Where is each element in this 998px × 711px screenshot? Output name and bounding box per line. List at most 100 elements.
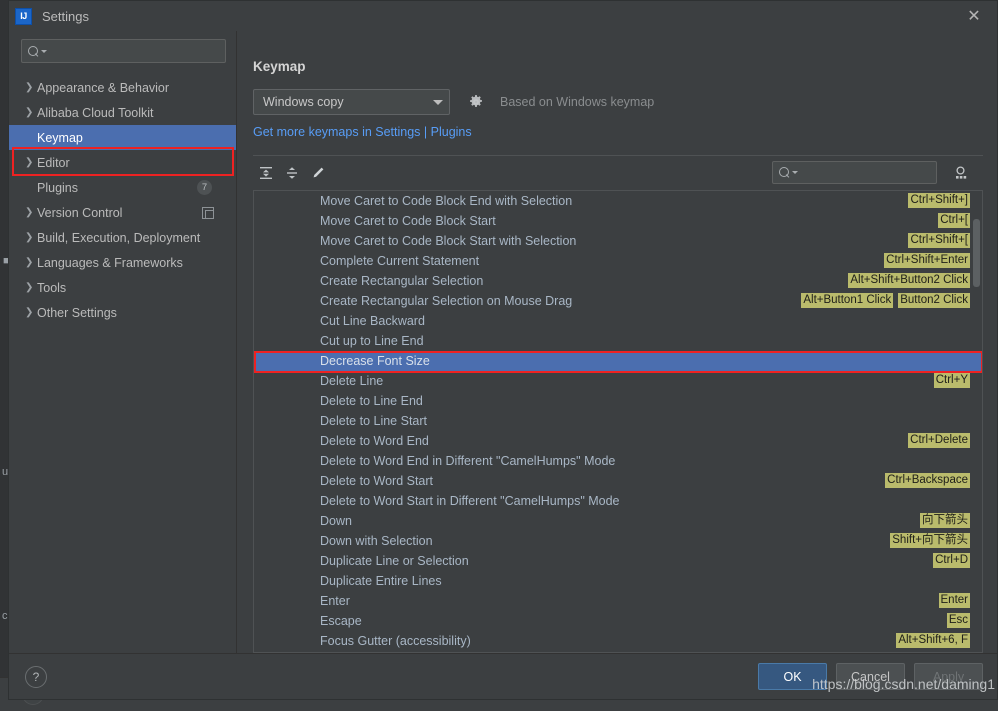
get-more-keymaps-link[interactable]: Get more keymaps in Settings | Plugins [253, 125, 472, 139]
help-button[interactable]: ? [25, 665, 47, 688]
action-row[interactable]: Delete to Word Start Ctrl+Backspace [254, 471, 982, 491]
action-name: Create Rectangular Selection [320, 274, 484, 288]
action-shortcuts: Esc [946, 613, 970, 628]
list-scrollbar-thumb[interactable] [973, 219, 980, 287]
gear-icon[interactable] [468, 94, 484, 110]
action-row[interactable]: Create Rectangular Selection on Mouse Dr… [254, 291, 982, 311]
chevron-right-icon: ❯ [25, 207, 34, 218]
chevron-right-icon: ❯ [25, 107, 34, 118]
chevron-right-icon: ❯ [25, 257, 34, 268]
action-name: Create Rectangular Selection on Mouse Dr… [320, 294, 573, 308]
shortcut-badge: Shift+向下箭头 [890, 533, 970, 548]
plugins-update-badge: 7 [197, 180, 212, 195]
find-by-shortcut-icon[interactable] [949, 161, 973, 184]
sidebar-item-label: Appearance & Behavior [37, 80, 170, 95]
action-name: Duplicate Entire Lines [320, 574, 442, 588]
keymap-scheme-row: Windows copy Based on Windows keymap [253, 89, 983, 115]
sidebar-item-tools[interactable]: ❯ Tools [9, 275, 236, 300]
ok-button[interactable]: OK [758, 663, 827, 690]
sidebar-item-languages-frameworks[interactable]: ❯ Languages & Frameworks [9, 250, 236, 275]
action-row[interactable]: Move Caret to Code Block End with Select… [254, 191, 982, 211]
action-shortcuts: Ctrl+Shift+[ [908, 233, 970, 248]
action-row[interactable]: Duplicate Entire Lines [254, 571, 982, 591]
cancel-button[interactable]: Cancel [836, 663, 905, 690]
action-row[interactable]: Delete Line Ctrl+Y [254, 371, 982, 391]
shortcut-badge: Enter [938, 593, 970, 608]
settings-sidebar: ❯ Appearance & Behavior ❯ Alibaba Cloud Too… [9, 31, 237, 653]
dialog-titlebar: IJ Settings ✕ [9, 1, 997, 31]
expand-all-icon[interactable] [253, 161, 279, 185]
action-shortcuts: Alt+Shift+Button2 Click [848, 273, 970, 288]
action-row[interactable]: Delete to Line End [254, 391, 982, 411]
action-row-selected[interactable]: Decrease Font Size [254, 351, 982, 373]
background-glyph: c [2, 610, 8, 622]
action-row[interactable]: Create Rectangular Selection Alt+Shift+Bu… [254, 271, 982, 291]
shortcut-badge: Ctrl+Shift+] [908, 193, 970, 208]
action-row[interactable]: Enter Enter [254, 591, 982, 611]
action-name: Delete Line [320, 374, 384, 388]
sidebar-item-appearance-behavior[interactable]: ❯ Appearance & Behavior [9, 75, 236, 100]
sidebar-item-build-execution-deployment[interactable]: ❯ Build, Execution, Deployment [9, 225, 236, 250]
shortcut-badge: Ctrl+Backspace [885, 473, 970, 488]
action-name: Move Caret to Code Block Start with Sele… [320, 234, 577, 248]
shortcut-badge: Ctrl+[ [938, 213, 970, 228]
sidebar-item-label: Tools [37, 280, 67, 295]
sidebar-item-keymap[interactable]: ❯Keymap [9, 125, 236, 150]
action-row[interactable]: Complete Current Statement Ctrl+Shift+Ent… [254, 251, 982, 271]
search-icon [779, 167, 790, 178]
action-shortcuts: Ctrl+Backspace [885, 473, 970, 488]
settings-tree: ❯ Appearance & Behavior ❯ Alibaba Cloud Too… [9, 73, 236, 653]
action-shortcuts: Ctrl+D [933, 553, 970, 568]
search-dropdown-caret-icon [41, 49, 47, 53]
action-name: Delete to Word Start in Different "Camel… [320, 494, 620, 508]
sidebar-item-label: Editor [37, 155, 70, 170]
sidebar-item-label: Keymap [37, 130, 83, 145]
sidebar-item-other-settings[interactable]: ❯ Other Settings [9, 300, 236, 325]
sidebar-item-editor[interactable]: ❯ Editor [9, 150, 236, 175]
action-name: Focus Gutter (accessibility) [320, 634, 471, 648]
action-row[interactable]: Duplicate Line or Selection Ctrl+D [254, 551, 982, 571]
chevron-right-icon: ❯ [25, 82, 34, 93]
action-row[interactable]: Delete to Word Start in Different "Camel… [254, 491, 982, 511]
shortcut-badge: Alt+Button1 Click [801, 293, 894, 308]
action-row[interactable]: Down 向下箭头 [254, 511, 982, 531]
action-row[interactable]: Escape Esc [254, 611, 982, 631]
keymap-scheme-value: Windows copy [263, 95, 344, 109]
action-row[interactable]: Move Caret to Code Block Start with Sele… [254, 231, 982, 251]
collapse-all-icon[interactable] [279, 161, 305, 185]
action-row[interactable]: Cut up to Line End [254, 331, 982, 351]
action-name: Delete to Line End [320, 394, 423, 408]
action-name: Down with Selection [320, 534, 433, 548]
close-icon[interactable]: ✕ [951, 1, 997, 31]
keymap-scheme-select[interactable]: Windows copy [253, 89, 450, 115]
apply-button[interactable]: Apply [914, 663, 983, 690]
action-row[interactable]: Move Caret to Code Block Start Ctrl+[ [254, 211, 982, 231]
sidebar-item-label: Alibaba Cloud Toolkit [37, 105, 154, 120]
action-shortcuts: Ctrl+Y [933, 373, 970, 388]
shortcut-badge: Alt+Shift+6, F [896, 633, 970, 648]
action-row[interactable]: Cut Line Backward [254, 311, 982, 331]
keymap-search-input[interactable] [772, 161, 937, 184]
shortcut-badge: Ctrl+Shift+Enter [884, 253, 970, 268]
intellij-logo-icon: IJ [15, 7, 32, 25]
action-shortcuts: Ctrl+Shift+Enter [884, 253, 970, 268]
action-name: Delete to Word End [320, 434, 429, 448]
sidebar-item-label: Plugins [37, 180, 78, 195]
action-row[interactable]: Down with Selection Shift+向下箭头 [254, 531, 982, 551]
action-row[interactable]: Delete to Word End Ctrl+Delete [254, 431, 982, 451]
keymap-action-list[interactable]: Move Caret to Code Block End with Select… [253, 190, 983, 653]
shortcut-badge: Ctrl+Y [933, 373, 970, 388]
action-name: Delete to Word End in Different "CamelHu… [320, 454, 616, 468]
sidebar-item-label: Version Control [37, 205, 123, 220]
sidebar-item-version-control[interactable]: ❯ Version Control [9, 200, 236, 225]
dialog-title: Settings [42, 8, 89, 24]
action-name: Delete to Line Start [320, 414, 428, 428]
action-row[interactable]: Delete to Word End in Different "CamelHu… [254, 451, 982, 471]
action-row[interactable]: Delete to Line Start [254, 411, 982, 431]
edit-pencil-icon[interactable] [305, 161, 331, 185]
sidebar-item-plugins[interactable]: ❯Plugins7 [9, 175, 236, 200]
settings-search-box[interactable] [21, 39, 226, 63]
keymap-pane: Keymap Windows copy Based on Windows key… [237, 31, 997, 653]
sidebar-item-alibaba-cloud-toolkit[interactable]: ❯ Alibaba Cloud Toolkit [9, 100, 236, 125]
action-row[interactable]: Focus Gutter (accessibility) Alt+Shift+6,… [254, 631, 982, 651]
